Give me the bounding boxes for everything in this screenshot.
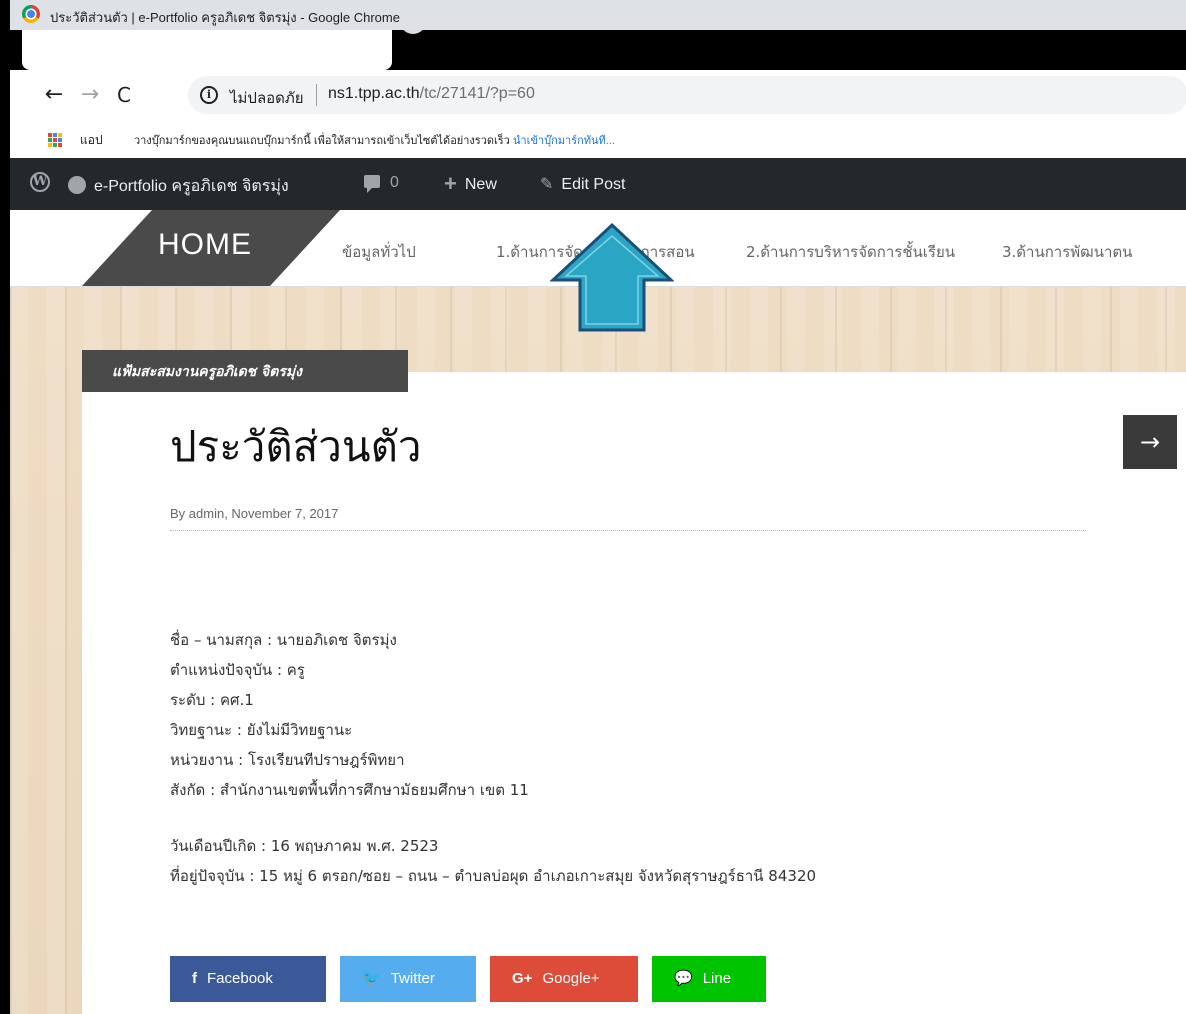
back-button[interactable]: ← [40, 81, 68, 109]
menu-item-development[interactable]: 3.ด้านการพัฒนาตน [1002, 240, 1132, 264]
info-line: หน่วยงาน : โรงเรียนทีปราษฎร์พิทยา [170, 751, 405, 769]
apps-grid-icon[interactable] [48, 133, 62, 147]
post-article: ประวัติส่วนตัว By admin, November 7, 201… [82, 372, 1186, 1014]
twitter-icon: 🐦 [362, 970, 381, 987]
home-link[interactable]: HOME [158, 228, 252, 262]
dashboard-icon [68, 176, 86, 194]
new-menu[interactable]: + New [444, 171, 497, 197]
post-byline: By admin, November 7, 2017 [170, 506, 339, 521]
category-tag[interactable]: แฟ้มสะสมงานครูอภิเดช จิตรมุ่ง [82, 350, 408, 392]
omnibox-divider [316, 84, 317, 106]
bookmarks-hint-text: วางบุ๊กมาร์กของคุณบนแถบบุ๊กมาร์กนี้ เพื่… [134, 135, 510, 147]
google-plus-icon: G+ [512, 970, 533, 987]
line-label: Line [702, 970, 732, 987]
url-text[interactable]: ns1.tpp.ac.th/tc/27141/?p=60 [328, 85, 535, 103]
share-google-button[interactable]: G+ Google+ [490, 956, 638, 1002]
import-bookmarks-link[interactable]: นำเข้าบุ๊กมาร์กทันที... [513, 135, 615, 147]
line-icon: 💬 [674, 970, 693, 987]
bookmarks-bar: แอป วางบุ๊กมาร์กของคุณบนแถบบุ๊กมาร์กนี้ … [10, 120, 1186, 159]
site-name-menu[interactable]: e-Portfolio ครูอภิเดช จิตรมุ่ง [68, 174, 289, 199]
info-line: สังกัด : สำนักงานเขตพื้นที่การศึกษามัธยม… [170, 781, 529, 799]
annotation-up-arrow-icon [550, 222, 674, 332]
plus-icon: + [444, 171, 457, 196]
address-bar[interactable]: i ไม่ปลอดภัย ns1.tpp.ac.th/tc/27141/?p=6… [188, 76, 1186, 114]
facebook-label: Facebook [207, 970, 273, 987]
info-line: ระดับ : คศ.1 [170, 691, 254, 709]
chrome-logo-icon [22, 5, 40, 23]
comment-icon [364, 175, 380, 193]
info-icon[interactable]: i [200, 86, 218, 104]
info-line: ชื่อ – นามสกุล : นายอภิเดช จิตรมุ่ง [170, 631, 397, 649]
wordpress-logo-icon[interactable]: W [30, 172, 50, 192]
reload-button[interactable]: C [110, 81, 138, 109]
browser-window: ประวัติส่วนตัว | e-Portfolio ครูอภิเดช จ… [10, 0, 1186, 1014]
share-twitter-button[interactable]: 🐦 Twitter [340, 956, 476, 1002]
comment-count: 0 [390, 174, 399, 191]
info-line: ที่อยู่ปัจจุบัน : 15 หมู่ 6 ตรอก/ซอย – ถ… [170, 867, 817, 885]
menu-item-general[interactable]: ข้อมูลทั่วไป [342, 240, 416, 264]
url-host: ns1.tpp.ac.th [328, 85, 420, 102]
menu-item-classroom[interactable]: 2.ด้านการบริหารจัดการชั้นเรียน [746, 240, 955, 264]
forward-button[interactable]: → [76, 81, 104, 109]
google-label: Google+ [542, 970, 600, 987]
edit-post-link[interactable]: ✎ Edit Post [540, 174, 625, 194]
post-title: ประวัติส่วนตัว [170, 422, 422, 471]
browser-toolbar: ← → C i ไม่ปลอดภัย ns1.tpp.ac.th/tc/2714… [10, 70, 1186, 120]
share-facebook-button[interactable]: f Facebook [170, 956, 326, 1002]
twitter-label: Twitter [390, 970, 435, 987]
title-bar: ประวัติส่วนตัว | e-Portfolio ครูอภิเดช จ… [10, 0, 1186, 30]
apps-link[interactable]: แอป [80, 131, 103, 150]
window-title: ประวัติส่วนตัว | e-Portfolio ครูอภิเดช จ… [50, 10, 400, 25]
comments-menu[interactable]: 0 [364, 174, 399, 193]
next-post-button[interactable]: → [1123, 415, 1177, 469]
facebook-icon: f [192, 970, 197, 987]
category-label: แฟ้มสะสมงานครูอภิเดช จิตรมุ่ง [112, 364, 302, 380]
edit-post-label: Edit Post [561, 176, 626, 193]
share-line-button[interactable]: 💬 Line [652, 956, 766, 1002]
bookmarks-hint: วางบุ๊กมาร์กของคุณบนแถบบุ๊กมาร์กนี้ เพื่… [134, 131, 615, 149]
wp-admin-bar: W e-Portfolio ครูอภิเดช จิตรมุ่ง 0 + New … [10, 158, 1186, 210]
info-line: วันเดือนปีเกิด : 16 พฤษภาคม พ.ศ. 2523 [170, 837, 439, 855]
url-path: /tc/27141/?p=60 [419, 85, 535, 102]
site-name: e-Portfolio ครูอภิเดช จิตรมุ่ง [94, 178, 289, 195]
pencil-icon: ✎ [540, 176, 554, 193]
new-label: New [464, 176, 497, 193]
security-label[interactable]: ไม่ปลอดภัย [230, 86, 304, 110]
info-line: ตำแหน่งปัจจุบัน : ครู [170, 661, 305, 679]
info-line: วิทยฐานะ : ยังไม่มีวิทยฐานะ [170, 721, 353, 739]
byline-divider [170, 530, 1086, 531]
